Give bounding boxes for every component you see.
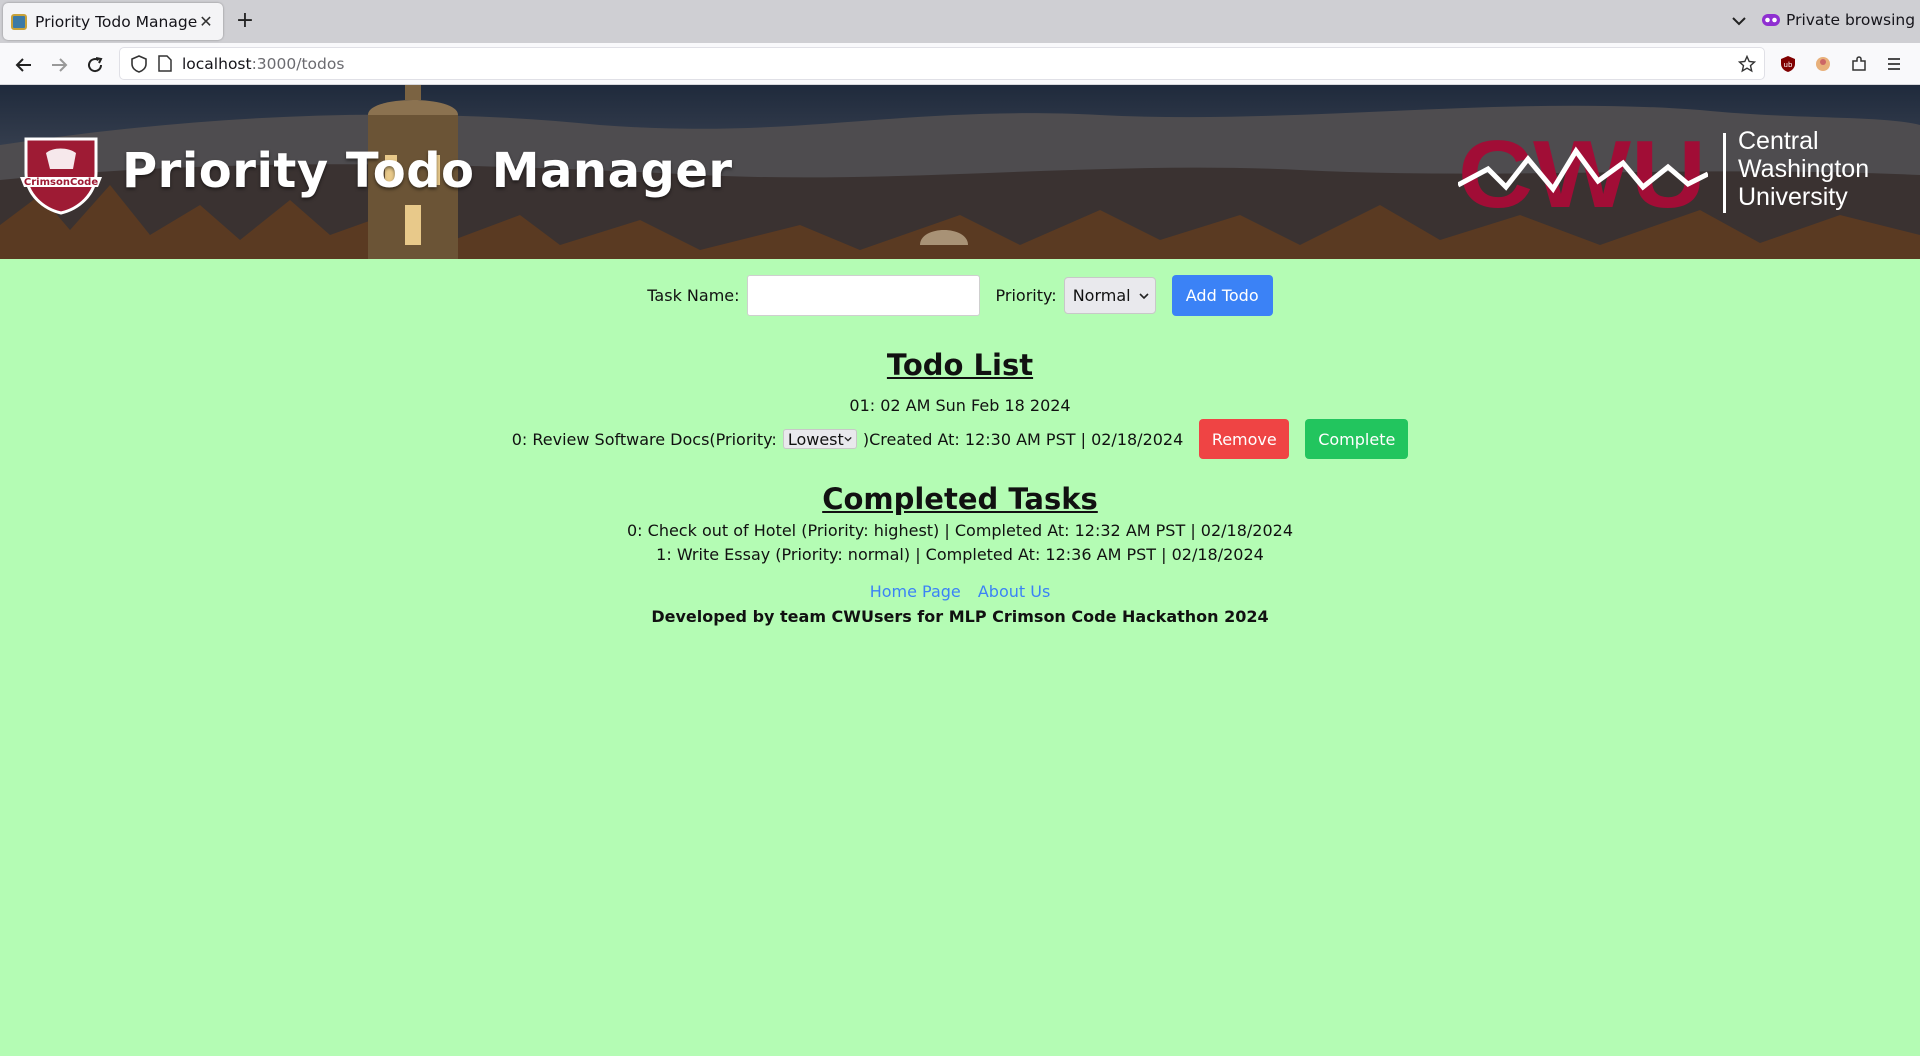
cwu-logo: CWU xyxy=(1458,129,1708,219)
ublock-icon[interactable]: ub xyxy=(1779,55,1797,73)
priority-select[interactable]: Normal xyxy=(1063,277,1156,314)
cwu-name-line: Washington xyxy=(1738,155,1870,183)
page-icon[interactable] xyxy=(158,55,172,72)
reload-icon xyxy=(88,57,103,73)
favicon-icon xyxy=(11,13,27,30)
chevron-down-icon xyxy=(1139,292,1149,299)
complete-button[interactable]: Complete xyxy=(1305,419,1409,459)
crest-text: CrimsonCode xyxy=(24,177,98,188)
private-browsing-label: Private browsing xyxy=(1786,11,1916,29)
url-host: localhost xyxy=(182,54,252,73)
browser-tab[interactable]: Priority Todo Manager ✕ xyxy=(3,3,223,40)
header-banner: CrimsonCode Priority Todo Manager CWU Ce… xyxy=(0,85,1920,259)
site-title: Priority Todo Manager xyxy=(122,143,733,199)
todo-item-suffix: )Created At: 12:30 AM PST | 02/18/2024 xyxy=(862,429,1184,449)
cwu-name-line: Central xyxy=(1738,127,1819,155)
completed-task-list: 0: Check out of Hotel (Priority: highest… xyxy=(0,519,1920,567)
footer-links: Home Page About Us xyxy=(0,582,1920,601)
cwu-name-line: University xyxy=(1738,183,1848,211)
back-button[interactable] xyxy=(10,51,38,79)
url-path: :3000/todos xyxy=(251,54,345,73)
completed-tasks-heading: Completed Tasks xyxy=(822,482,1098,516)
tab-title: Priority Todo Manager xyxy=(35,12,197,31)
bookmark-star-icon[interactable] xyxy=(1738,55,1756,73)
todo-item-prefix: 0: Review Software Docs(Priority: xyxy=(511,429,777,449)
svg-text:ub: ub xyxy=(1784,61,1793,69)
browser-tab-bar: Priority Todo Manager ✕ + Private browsi… xyxy=(0,0,1920,43)
priority-label: Priority: xyxy=(995,286,1057,305)
cwu-logo-divider xyxy=(1723,133,1726,213)
todo-priority-value: Lowest xyxy=(787,429,844,449)
browser-nav-bar: localhost:3000/todos ub xyxy=(0,43,1920,85)
hamburger-menu-icon[interactable] xyxy=(1885,55,1903,73)
arrow-left-icon xyxy=(15,58,31,72)
chevron-down-icon[interactable] xyxy=(1726,8,1752,34)
developer-credit: Developed by team CWUsers for MLP Crimso… xyxy=(651,607,1269,626)
private-browsing-indicator: Private browsing xyxy=(1762,11,1915,29)
about-us-link[interactable]: About Us xyxy=(978,582,1050,601)
shield-icon[interactable] xyxy=(130,54,148,73)
task-name-label: Task Name: xyxy=(647,286,740,305)
arrow-right-icon xyxy=(52,58,68,72)
todo-list-heading: Todo List xyxy=(886,348,1034,382)
cwu-university-name: Central Washington University xyxy=(1738,127,1869,211)
chevron-down-icon xyxy=(844,436,852,442)
add-todo-form: Task Name: Priority: Normal Add Todo xyxy=(0,275,1920,316)
new-tab-button[interactable]: + xyxy=(232,8,258,34)
private-mask-icon xyxy=(1762,14,1780,26)
todo-item: 0: Review Software Docs(Priority: Lowest… xyxy=(0,419,1920,459)
remove-button[interactable]: Remove xyxy=(1199,419,1290,459)
priority-selected-value: Normal xyxy=(1072,286,1131,305)
home-page-link[interactable]: Home Page xyxy=(870,582,961,601)
crimsoncode-crest-logo: CrimsonCode xyxy=(20,137,102,215)
completed-task-item: 1: Write Essay (Priority: normal) | Comp… xyxy=(656,545,1264,564)
todo-priority-select[interactable]: Lowest xyxy=(782,429,857,449)
task-name-input[interactable] xyxy=(746,275,980,316)
close-tab-icon[interactable]: ✕ xyxy=(197,12,215,31)
completed-task-item: 0: Check out of Hotel (Priority: highest… xyxy=(626,521,1294,540)
add-todo-button[interactable]: Add Todo xyxy=(1171,275,1273,316)
extensions-puzzle-icon[interactable] xyxy=(1850,55,1868,73)
current-time: 01: 02 AM Sun Feb 18 2024 xyxy=(849,396,1071,415)
address-bar[interactable]: localhost:3000/todos xyxy=(119,47,1765,80)
forward-button[interactable] xyxy=(45,51,73,79)
extension-avatar-icon[interactable] xyxy=(1814,55,1832,73)
reload-button[interactable] xyxy=(81,51,109,79)
